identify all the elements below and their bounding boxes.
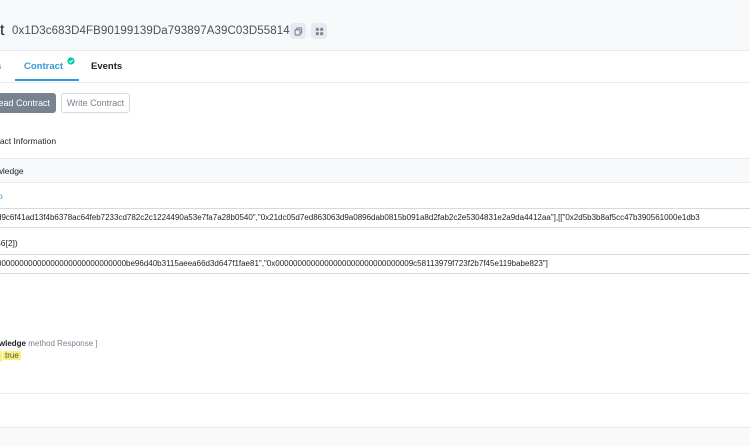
read-contract-button[interactable]: ead Contract xyxy=(0,93,56,113)
input-type-label: 56[2]) xyxy=(0,238,18,248)
array-input-field[interactable]: 00000000000000000000000000000be96d40b311… xyxy=(0,254,750,274)
tab-bar: s Contract Events xyxy=(0,51,750,83)
tab-transactions[interactable]: s xyxy=(0,61,1,72)
proof-input-field[interactable]: d9c6f41ad13f4b6378ac64feb7233cd782c2c122… xyxy=(0,208,750,228)
write-contract-button[interactable]: Write Contract xyxy=(61,93,130,113)
page-root: ct 0x1D3c683D4FB90199139Da793897A39C03D5… xyxy=(0,0,750,446)
contract-card: s Contract Events ead Contract Write Con… xyxy=(0,51,750,428)
response-value: true xyxy=(3,351,21,360)
tab-events[interactable]: Events xyxy=(91,61,122,72)
method-name: owledge xyxy=(0,166,24,176)
response-suffix: method Response ] xyxy=(26,339,98,348)
contract-information-label: ract Information xyxy=(0,136,57,146)
response-method-name: owledge xyxy=(0,339,27,348)
contract-address: 0x1D3c683D4FB90199139Da793897A39C03D5581… xyxy=(12,25,297,37)
input-name-label: o xyxy=(0,191,3,201)
active-tab-indicator xyxy=(15,79,79,81)
tab-contract-label: Contract xyxy=(24,61,64,72)
read-contract-label: ead Contract xyxy=(0,98,50,108)
card-divider xyxy=(0,393,750,394)
proof-input-value: d9c6f41ad13f4b6378ac64feb7233cd782c2c122… xyxy=(0,213,700,222)
result-marker xyxy=(0,351,2,362)
qr-code-icon[interactable] xyxy=(311,23,327,39)
header-bar: ct 0x1D3c683D4FB90199139Da793897A39C03D5… xyxy=(0,18,750,51)
copy-icon[interactable] xyxy=(290,23,306,39)
page-title: ct xyxy=(0,22,5,39)
array-input-value: 00000000000000000000000000000be96d40b311… xyxy=(0,259,548,268)
method-header[interactable]: owledge xyxy=(0,158,750,183)
check-circle-icon xyxy=(67,57,75,65)
response-label: owledge method Response ] xyxy=(0,339,98,348)
tab-contract[interactable]: Contract xyxy=(24,57,75,72)
